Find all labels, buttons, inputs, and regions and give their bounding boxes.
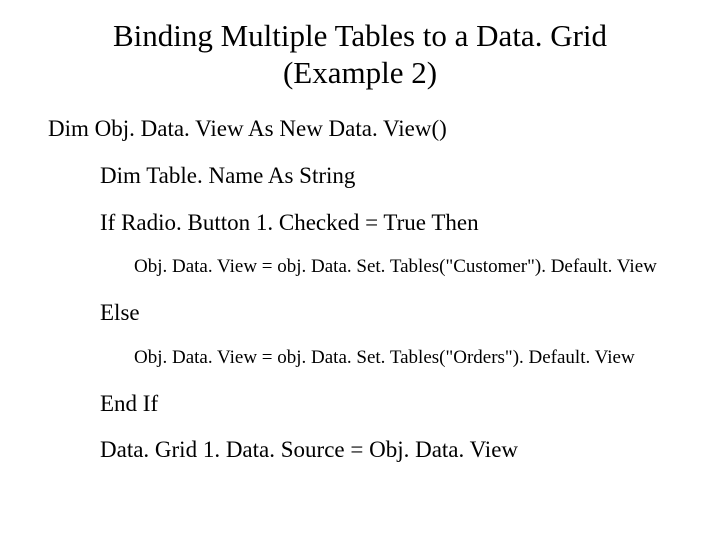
- code-line: Dim Table. Name As String: [0, 162, 720, 191]
- code-line: Else: [0, 299, 720, 328]
- code-line: Obj. Data. View = obj. Data. Set. Tables…: [0, 255, 720, 279]
- title-line-2: (Example 2): [283, 55, 437, 90]
- code-line: Data. Grid 1. Data. Source = Obj. Data. …: [0, 436, 720, 465]
- code-line: Obj. Data. View = obj. Data. Set. Tables…: [0, 346, 720, 370]
- slide-body: Dim Obj. Data. View As New Data. View() …: [0, 115, 720, 465]
- slide-title: Binding Multiple Tables to a Data. Grid …: [0, 18, 720, 91]
- slide: Binding Multiple Tables to a Data. Grid …: [0, 0, 720, 540]
- title-line-1: Binding Multiple Tables to a Data. Grid: [113, 18, 607, 53]
- code-line: If Radio. Button 1. Checked = True Then: [0, 209, 720, 238]
- code-line: End If: [0, 390, 720, 419]
- code-line: Dim Obj. Data. View As New Data. View(): [0, 115, 720, 144]
